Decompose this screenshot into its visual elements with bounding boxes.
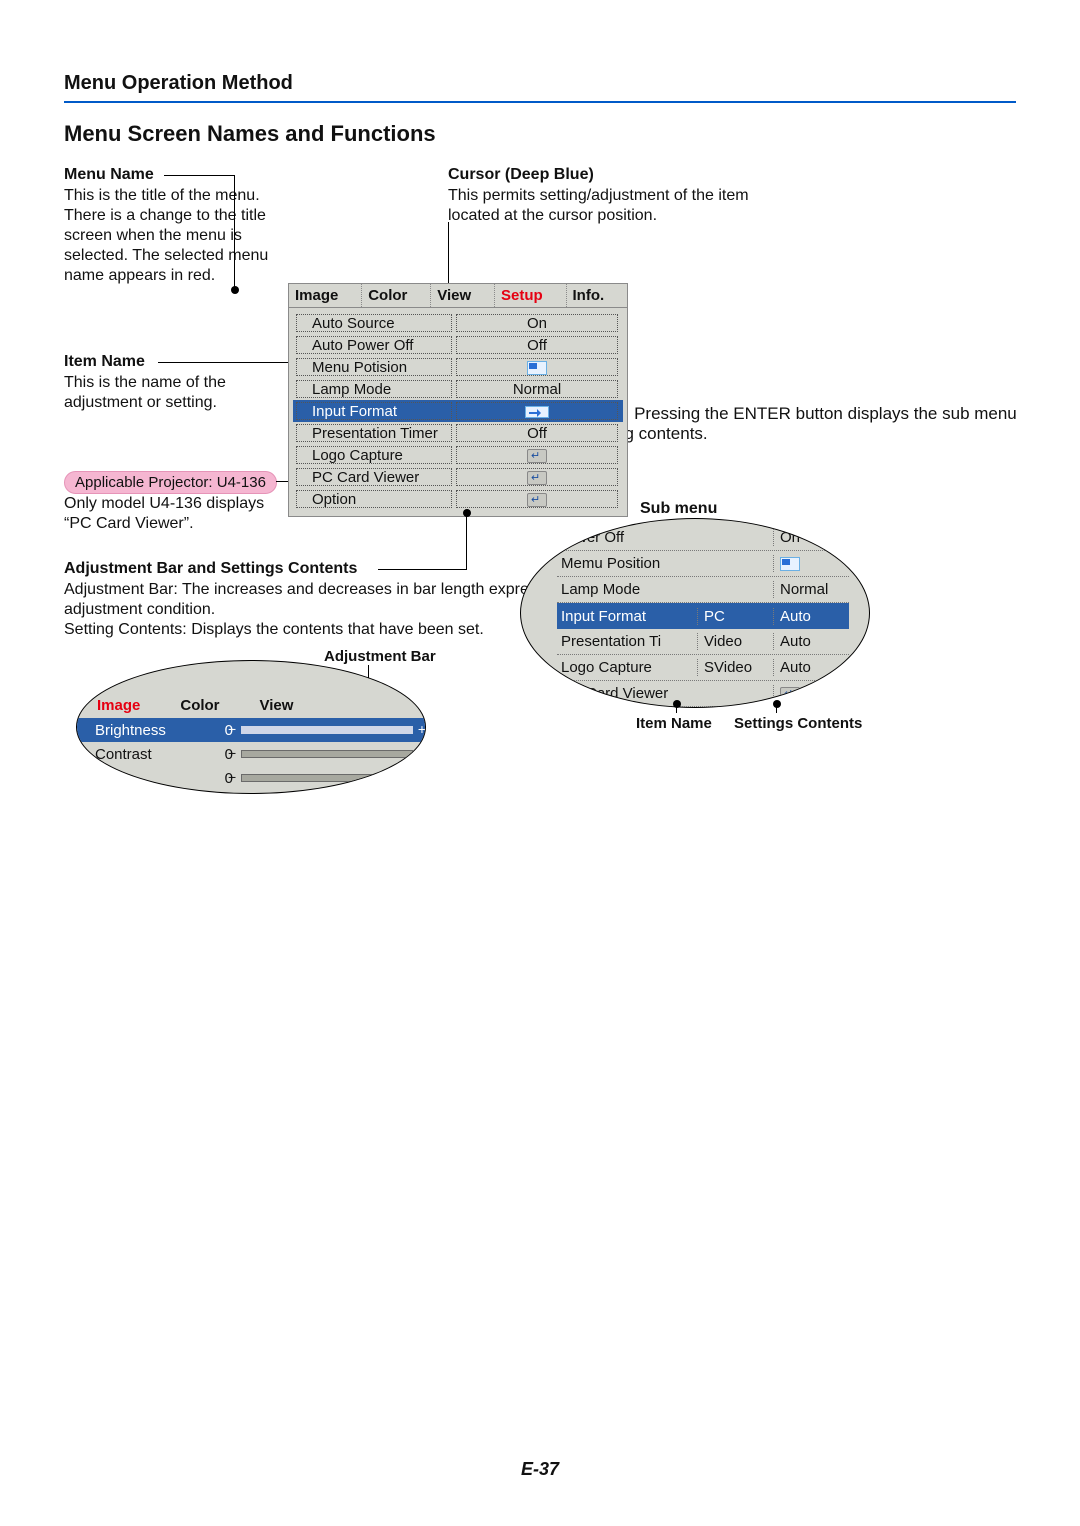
enter-icon — [527, 449, 547, 463]
submenu-item-name: Logo Capture — [557, 659, 697, 676]
adjustment-bar[interactable] — [241, 774, 413, 782]
osd-row[interactable]: Lamp ModeNormal — [293, 378, 623, 400]
enter-icon — [780, 687, 800, 701]
osd-tab-bar: Image Color View Setup Info. — [289, 284, 627, 308]
submenu-item-name: Input Format — [557, 608, 697, 625]
callout-menu-name: Menu Name This is the title of the menu.… — [64, 166, 290, 286]
osd-tab-image[interactable]: Image — [289, 284, 362, 307]
adjustment-row[interactable]: Color0 — [77, 766, 425, 790]
osd-row[interactable]: Menu Potision — [293, 356, 623, 378]
leader-dot — [773, 700, 781, 708]
osd-row[interactable]: Auto SourceOn — [293, 312, 623, 334]
header-rule — [64, 101, 1016, 103]
leader-line — [378, 569, 466, 570]
submenu-list: …wer Off On Memu Position Lamp Mode Normal In… — [557, 525, 849, 708]
adjustment-item-name: Color — [95, 770, 213, 787]
submenu-settings-value: Auto — [773, 608, 849, 625]
submenu-magnifier: …wer Off On Memu Position Lamp Mode Normal In… — [520, 518, 870, 708]
submenu-item-name: Lamp Mode — [557, 581, 697, 598]
submenu-col2: Video — [697, 633, 773, 650]
adjustment-bar-label: Adjustment Bar — [324, 648, 436, 665]
adj-tab-color[interactable]: Color — [160, 695, 239, 716]
submenu-settings-value: Auto — [773, 659, 849, 676]
callout-applicable: Only model U4-136 displays “PC Card View… — [64, 494, 280, 534]
submenu-item-name: …wer Off — [557, 529, 697, 546]
submenu-item-name: Presentation Ti — [557, 633, 697, 650]
osd-row[interactable]: PC Card Viewer — [293, 466, 623, 488]
adj-tab-image[interactable]: Image — [77, 695, 160, 716]
page-header: Menu Operation Method — [64, 72, 1016, 101]
submenu-settings-contents-label: Settings Contents — [734, 715, 862, 732]
submenu-row[interactable]: Lamp Mode Normal — [557, 577, 849, 603]
adj-tab-bar: Image Color View — [77, 661, 425, 716]
osd-tab-view[interactable]: View — [431, 284, 495, 307]
callout-icon: Icon: Pressing the ENTER button displays… — [564, 404, 1024, 444]
osd-menu: Image Color View Setup Info. Auto Source… — [288, 283, 628, 517]
adjustment-bar[interactable] — [241, 726, 413, 734]
submenu-item-name: Memu Position — [557, 555, 697, 572]
submenu-settings-value — [773, 685, 849, 702]
arrow-right-icon — [525, 406, 549, 418]
submenu-label: Sub menu — [640, 500, 717, 518]
section-title: Menu Screen Names and Functions — [64, 121, 1016, 147]
osd-row[interactable]: Option — [293, 488, 623, 510]
callout-title: Adjustment Bar and Settings Contents — [64, 560, 604, 578]
osd-tab-info[interactable]: Info. — [567, 284, 628, 307]
enter-icon — [527, 493, 547, 507]
submenu-row[interactable]: Memu Position — [557, 551, 849, 577]
enter-icon — [527, 471, 547, 485]
submenu-row[interactable]: Input FormatPCAuto — [557, 603, 849, 629]
osd-item-list: Auto SourceOnAuto Power OffOffMenu Potis… — [289, 308, 627, 516]
position-icon — [780, 557, 800, 571]
osd-row[interactable]: Logo Capture — [293, 444, 623, 466]
leader-dot — [231, 286, 239, 294]
adjustment-row[interactable]: Contrast0 — [77, 742, 425, 766]
callout-cursor: Cursor (Deep Blue) This permits setting/… — [448, 166, 758, 226]
adjustment-row[interactable]: Brightness0 — [77, 718, 425, 742]
osd-row[interactable]: Auto Power OffOff — [293, 334, 623, 356]
leader-line — [164, 175, 234, 176]
submenu-settings-value: Normal — [773, 581, 849, 598]
adj-tab-view[interactable]: View — [240, 695, 314, 716]
submenu-settings-value: Auto — [773, 633, 849, 650]
callout-title: Cursor (Deep Blue) — [448, 166, 758, 184]
submenu-row[interactable]: PC Card Viewer — [557, 681, 849, 707]
osd-tab-setup[interactable]: Setup — [495, 284, 567, 307]
submenu-settings-value — [773, 555, 849, 572]
callout-text: This is the title of the menu. There is … — [64, 186, 290, 286]
osd-tab-color[interactable]: Color — [362, 284, 431, 307]
adjustment-row[interactable]: 0 — [77, 790, 425, 794]
osd-row[interactable]: Presentation TimerOff — [293, 422, 623, 444]
callout-text: This is the name of the adjustment or se… — [64, 373, 274, 413]
submenu-row[interactable]: Logo CaptureSVideoAuto — [557, 655, 849, 681]
callout-text: This permits setting/adjustment of the i… — [448, 186, 758, 226]
adjustment-item-name: Brightness — [95, 722, 213, 739]
leader-dot — [463, 509, 471, 517]
leader-line — [158, 362, 296, 363]
callout-text: Only model U4-136 displays “PC Card View… — [64, 494, 280, 534]
submenu-row[interactable]: Presentation TiVideoAuto — [557, 629, 849, 655]
callout-text: Pressing the ENTER button displays the s… — [564, 404, 1017, 443]
osd-row[interactable]: Input Format — [293, 400, 623, 422]
leader-dot — [673, 700, 681, 708]
leader-line — [234, 175, 235, 287]
applicable-projector-badge: Applicable Projector: U4-136 — [64, 471, 277, 494]
adjustment-value: 0 — [213, 794, 233, 795]
leader-line — [466, 512, 467, 570]
submenu-row[interactable]: …wer Off On — [557, 525, 849, 551]
submenu-row[interactable] — [557, 707, 849, 708]
page-number: E-37 — [0, 1459, 1080, 1480]
submenu-settings-value: On — [773, 529, 849, 546]
adjustment-magnifier: Image Color View Brightness0Contrast0Col… — [76, 660, 426, 794]
position-icon — [527, 361, 547, 375]
submenu-col2: SVideo — [697, 659, 773, 676]
submenu-col2: PC — [697, 608, 773, 625]
adjustment-item-name: Contrast — [95, 746, 213, 763]
adj-row-list: Brightness0Contrast0Color0 0 — [77, 716, 425, 794]
adjustment-bar[interactable] — [241, 750, 413, 758]
submenu-item-name-label: Item Name — [636, 715, 712, 732]
